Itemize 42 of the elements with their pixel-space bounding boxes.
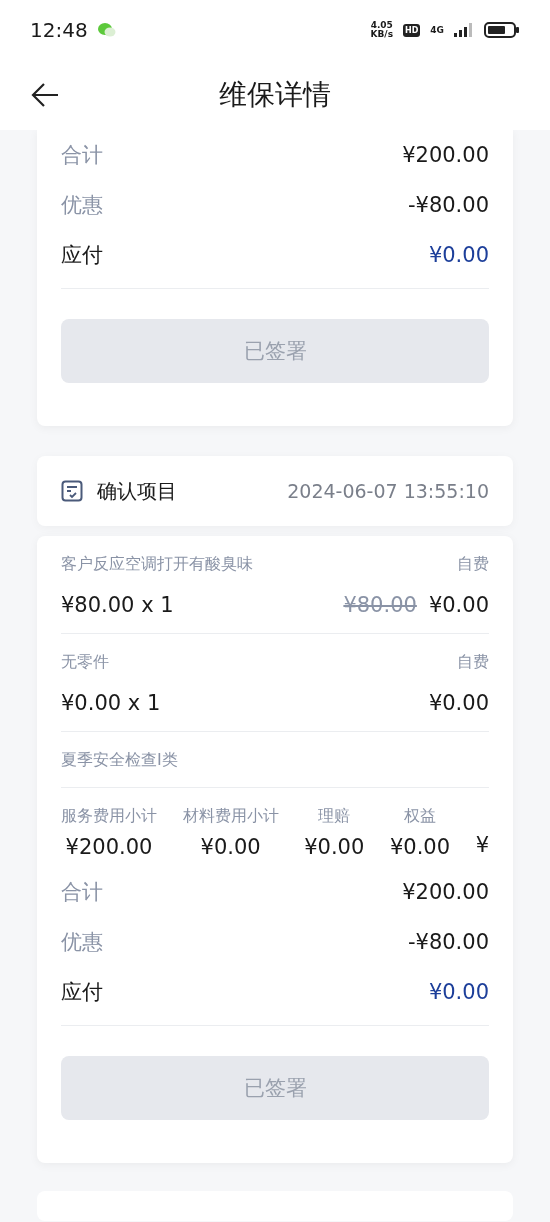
total-value: ¥200.00 (402, 143, 489, 167)
subtotal-value: ¥0.00 (389, 835, 451, 859)
original-price: ¥80.00 (343, 593, 417, 617)
page-title: 维保详情 (219, 77, 331, 113)
item-name: 夏季安全检查I类 (61, 750, 178, 771)
checklist-icon (61, 480, 83, 502)
item-amount: ¥0.00 (428, 593, 489, 617)
network-speed: 4.05 KB/s (370, 21, 393, 39)
total-label: 应付 (61, 979, 103, 1006)
signal-icon (454, 23, 474, 37)
total-value: -¥80.00 (407, 930, 489, 954)
subtotal-value: ¥200.00 (65, 835, 153, 859)
total-label: 优惠 (61, 192, 103, 219)
hd-badge: HD (403, 23, 421, 37)
subtotal-value: ¥0.00 (200, 835, 261, 859)
item-amount: ¥0.00 (428, 691, 489, 715)
status-time: 12:48 (30, 18, 88, 42)
total-value: ¥0.00 (428, 980, 489, 1004)
section-time: 2024-06-07 13:55:10 (287, 480, 489, 502)
payer-label: 自费 (457, 652, 489, 673)
subtotal-value: ¥0.00 (304, 835, 365, 859)
subtotal-label: 权益 (403, 806, 436, 827)
total-value: ¥0.00 (428, 243, 489, 267)
total-label: 应付 (61, 242, 103, 269)
battery-icon (484, 22, 520, 38)
subtotal-label: 服务费用小计 (61, 806, 157, 827)
total-label: 优惠 (61, 929, 103, 956)
total-value: -¥80.00 (407, 193, 489, 217)
network-type: 4G (430, 25, 444, 35)
item-name: 无零件 (61, 652, 109, 673)
payer-label: 自费 (457, 554, 489, 575)
subtotal-label: 材料费用小计 (182, 806, 279, 827)
unit-price: ¥80.00 x 1 (61, 593, 174, 617)
total-label: 合计 (61, 879, 103, 906)
section-title: 确认项目 (97, 477, 178, 505)
item-name: 客户反应空调打开有酸臭味 (61, 554, 253, 575)
unit-price: ¥0.00 x 1 (61, 691, 161, 715)
subtotal-label: 理赔 (318, 806, 351, 827)
total-label: 合计 (61, 142, 103, 169)
chat-app-icon (97, 22, 116, 38)
total-value: ¥200.00 (402, 880, 489, 904)
subtotal-value: ¥ (475, 833, 489, 857)
